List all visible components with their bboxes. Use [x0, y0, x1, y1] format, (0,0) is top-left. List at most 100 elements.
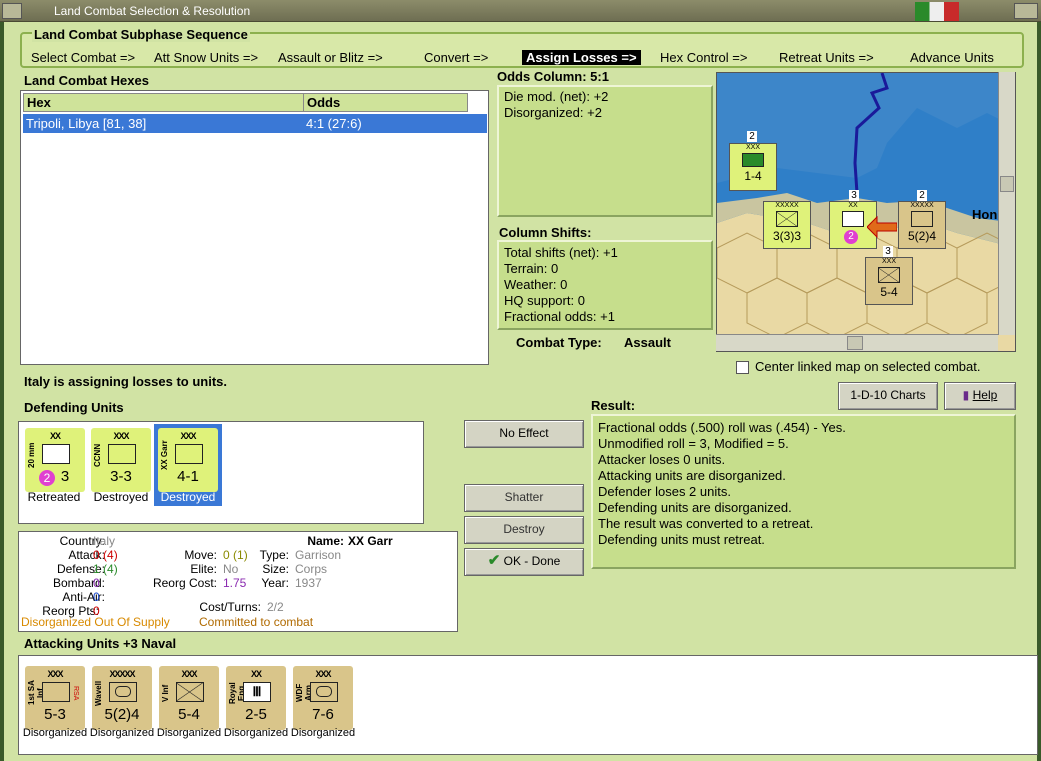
year-value: 1937 — [295, 576, 322, 590]
result-line: Attacking units are disorganized. — [598, 468, 786, 483]
attacking-unit-card[interactable]: XXX V Inf 5-4 — [159, 666, 219, 730]
map-counter[interactable]: XXX 5-4 — [865, 257, 913, 305]
unit-status: Disorganized — [22, 727, 88, 739]
status-message: Italy is assigning losses to units. — [24, 374, 227, 389]
map-vertical-scrollbar[interactable] — [998, 72, 1015, 335]
engineer-icon: Ⅲ — [243, 682, 271, 702]
attacking-unit-card[interactable]: XXX WDF Arm 7-6 — [293, 666, 353, 730]
unit-status: Disorganized — [290, 727, 356, 739]
result-line: Defending units must retreat. — [598, 532, 765, 547]
center-map-checkbox[interactable] — [736, 361, 749, 374]
hex-cell: Tripoli, Libya [81, 38] — [26, 116, 147, 131]
attacking-unit-card[interactable]: XXXXX Wavell 5(2)4 — [92, 666, 152, 730]
map-counter[interactable]: XXX 1-4 — [729, 143, 777, 191]
unit-status: Retreated — [27, 490, 81, 504]
map-counter[interactable]: XXXXX 3(3)3 — [763, 201, 811, 249]
phase-hex-control: Hex Control => — [660, 50, 748, 65]
armor-icon — [310, 682, 338, 702]
column-header-hex[interactable]: Hex — [23, 93, 305, 112]
elite-value: No — [223, 562, 239, 576]
system-menu-button[interactable] — [2, 3, 22, 19]
unit-value: 5(2)4 — [104, 706, 140, 723]
attacking-units-panel: XXX 1st SA Inf RSA 5-3 XXXXX Wavell 5(2)… — [18, 655, 1038, 755]
map-horizontal-scrollbar[interactable] — [716, 334, 998, 351]
column-header-odds[interactable]: Odds — [303, 93, 468, 112]
counter-value: 5-4 — [880, 285, 898, 299]
elite-key: Elite: — [190, 562, 217, 576]
unit-name: Wavell — [94, 680, 103, 706]
stack-count: 3 — [849, 190, 859, 201]
result-line: Defending units are disorganized. — [598, 500, 792, 515]
defending-unit-card[interactable]: XX 20 mm 2 3 — [25, 428, 85, 492]
unit-status: Destroyed — [93, 490, 149, 504]
reorg-cost-value: 1.75 — [223, 576, 247, 590]
phase-att-snow: Att Snow Units => — [154, 50, 259, 65]
combat-hexes-title: Land Combat Hexes — [24, 73, 149, 88]
charts-button[interactable]: 1-D-10 Charts — [838, 382, 938, 410]
counter-value: 3(3)3 — [772, 229, 801, 243]
help-button[interactable]: ▮ Help — [944, 382, 1016, 410]
destroy-button[interactable]: Destroy — [464, 516, 584, 544]
center-map-label: Center linked map on selected combat. — [755, 359, 981, 374]
unit-value: 5-3 — [44, 706, 66, 723]
phase-select-combat: Select Combat => — [31, 50, 136, 65]
unit-value: 2-5 — [245, 706, 267, 723]
unit-status: Disorganized — [223, 727, 289, 739]
unit-value: 3-3 — [110, 468, 132, 485]
scroll-thumb[interactable] — [1000, 176, 1014, 192]
odds-line: Disorganized: +2 — [504, 105, 602, 120]
attacking-unit-card[interactable]: XX Royal Eng Ⅲ 2-5 — [226, 666, 286, 730]
result-line: The result was converted to a retreat. — [598, 516, 814, 531]
scroll-thumb[interactable] — [847, 336, 863, 350]
unit-tag: RSA — [72, 686, 79, 701]
phase-convert: Convert => — [424, 50, 489, 65]
cost-turns-key: Cost/Turns: — [199, 600, 261, 614]
table-row[interactable]: Tripoli, Libya [81, 38] 4:1 (27:6) — [23, 114, 487, 133]
unit-status-flags: Disorganized Out Of Supply — [21, 615, 170, 629]
counter-size: XXX — [745, 144, 760, 151]
window-title: Land Combat Selection & Resolution — [54, 4, 251, 18]
attacking-unit-card[interactable]: XXX 1st SA Inf RSA 5-3 — [25, 666, 85, 730]
unit-name: XX Garr — [160, 440, 169, 470]
stack-count: 3 — [883, 246, 893, 257]
name-value: XX Garr — [348, 534, 393, 548]
shatter-button[interactable]: Shatter — [464, 484, 584, 512]
combat-type-value: Assault — [624, 335, 671, 350]
cost-turns-value: 2/2 — [267, 600, 284, 614]
odds-panel: Die mod. (net): +2 Disorganized: +2 — [497, 85, 713, 217]
defending-units-panel: XX 20 mm 2 3 XXX CCNN 3-3 XXX XX Garr 4-… — [18, 421, 424, 524]
unit-value: 4-1 — [177, 468, 199, 485]
infantry-icon — [108, 444, 136, 464]
close-button[interactable] — [1014, 3, 1038, 19]
shift-line: Total shifts (net): +1 — [504, 245, 618, 260]
linked-map[interactable]: Hon XXX 1-4 2 XXXXX 3(3)3 XX 2 3 XXXXX 5… — [716, 72, 1016, 352]
shift-line: Fractional odds: +1 — [504, 309, 615, 324]
reorg-cost-key: Reorg Cost: — [152, 576, 217, 590]
phase-retreat-units: Retreat Units => — [779, 50, 874, 65]
shift-line: HQ support: 0 — [504, 293, 585, 308]
map-counter[interactable]: XXXXX 5(2)4 — [898, 201, 946, 249]
unit-name: 20 mm — [27, 442, 36, 468]
town-label: Hon — [972, 207, 998, 222]
no-effect-button[interactable]: No Effect — [464, 420, 584, 448]
unit-status: Destroyed — [160, 490, 216, 504]
counter-value: 5(2)4 — [907, 229, 936, 243]
unit-committed-status: Committed to combat — [199, 615, 314, 629]
help-label: Help — [972, 388, 998, 402]
type-key: Type: — [259, 548, 289, 562]
attack-value: 0 (4) — [93, 548, 118, 562]
result-panel: Fractional odds (.500) roll was (.454) -… — [591, 414, 1016, 569]
odds-line: Die mod. (net): +2 — [504, 89, 609, 104]
counter-size: XXXXX — [910, 202, 934, 209]
defense-value: 1 (4) — [93, 562, 118, 576]
garrison-icon — [175, 444, 203, 464]
combat-hexes-table: Hex Odds Tripoli, Libya [81, 38] 4:1 (27… — [20, 90, 489, 365]
unit-value: 3 — [60, 468, 70, 485]
country-value: Italy — [93, 534, 116, 548]
shift-line: Terrain: 0 — [504, 261, 559, 276]
defending-unit-card[interactable]: XXX XX Garr 4-1 — [158, 428, 218, 492]
defending-unit-card[interactable]: XXX CCNN 3-3 — [91, 428, 151, 492]
ok-done-button[interactable]: ✔ OK - Done — [464, 548, 584, 576]
phase-advance-units: Advance Units — [910, 50, 994, 65]
italy-flag-icon — [915, 2, 959, 21]
